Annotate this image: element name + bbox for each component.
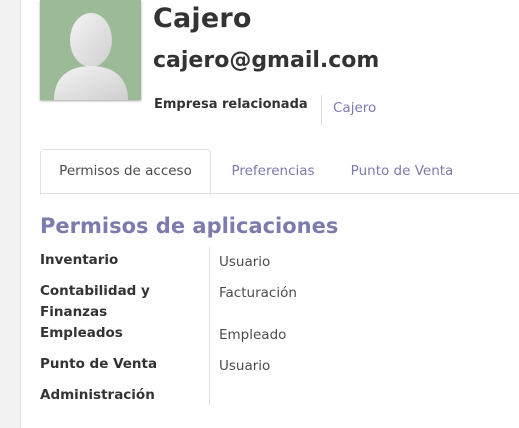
tab-preferencias[interactable]: Preferencias bbox=[218, 150, 328, 193]
permission-select-contabilidad[interactable]: Facturación bbox=[219, 283, 297, 304]
tab-permisos-de-acceso[interactable]: Permisos de acceso bbox=[40, 149, 211, 195]
left-scroll-gutter bbox=[0, 0, 21, 428]
field-divider bbox=[321, 95, 322, 125]
permissions-divider bbox=[209, 247, 210, 405]
permission-label-inventario: Inventario bbox=[40, 252, 119, 268]
related-company-label: Empresa relacionada bbox=[154, 97, 308, 112]
permission-select-inventario[interactable]: Usuario bbox=[219, 252, 270, 273]
permission-select-punto-de-venta[interactable]: Usuario bbox=[219, 356, 270, 377]
section-title: Permisos de aplicaciones bbox=[40, 214, 339, 238]
permission-label-administracion: Administración bbox=[40, 387, 155, 403]
tab-punto-de-venta[interactable]: Punto de Venta bbox=[340, 150, 464, 193]
related-company-link[interactable]: Cajero bbox=[333, 99, 376, 117]
permission-select-empleados[interactable]: Empleado bbox=[219, 325, 286, 346]
permission-label-empleados: Empleados bbox=[40, 325, 123, 341]
avatar[interactable] bbox=[40, 0, 141, 100]
permission-label-contabilidad: Contabilidad y Finanzas bbox=[40, 283, 150, 320]
user-email[interactable]: cajero@gmail.com bbox=[153, 46, 379, 76]
permission-label-punto-de-venta: Punto de Venta bbox=[40, 356, 158, 372]
user-placeholder-icon bbox=[54, 13, 128, 100]
tabs-divider bbox=[40, 193, 519, 194]
user-name[interactable]: Cajero bbox=[153, 2, 252, 36]
